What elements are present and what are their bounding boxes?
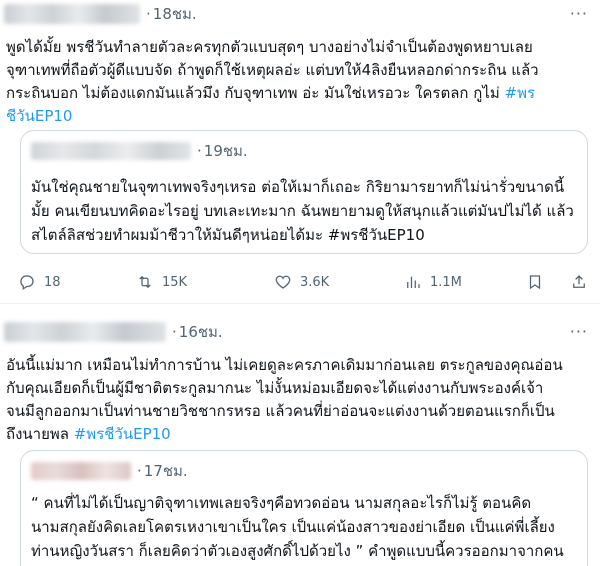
tweet-line: กับคุณเอียดก็เป็นผู้มีชาติตระกูลมากนะ ไม…	[6, 379, 544, 397]
tweet-line: พูดได้มั้ย พรชีวันทำลายตัวละครทุกตัวแบบส…	[6, 38, 533, 56]
tweet-line: จนมีลูกออกมาเป็นท่านชายวิชชากรหรอ แล้วคน…	[6, 402, 555, 420]
reply-count: 18	[44, 274, 61, 290]
bookmark-icon	[529, 275, 541, 290]
tweet: · 16ชม. ··· อันนี้แม่มาก เหมือนไม่ทำการบ…	[0, 312, 600, 566]
tweet-actions: 18 15K 3.6K 1.1M	[18, 270, 588, 294]
hashtag-link[interactable]: #พร	[505, 84, 536, 102]
quoted-tweet-body: “ คนที่ไม่ได้เป็นญาติจุฑาเทพเลยจริงๆคือท…	[31, 491, 579, 563]
tweet: · 18ชม. ··· พูดได้มั้ย พรชีวันทำลายตัวละ…	[0, 0, 600, 304]
tweet-header: · 16ชม.	[4, 320, 223, 344]
quoted-line: สไตล์ลิสช่วยทำผมม้าชีวาให้มันดีๆหน่อยได้…	[31, 226, 425, 244]
blurred-author-name	[31, 462, 131, 480]
bookmark-button[interactable]	[526, 273, 544, 291]
tweet-line-text: ถึงนายพล	[6, 425, 74, 443]
quoted-tweet-header: · 19ชม.	[31, 141, 248, 161]
like-button[interactable]: 3.6K	[274, 273, 329, 291]
blurred-author-name[interactable]	[4, 322, 166, 342]
repost-icon	[139, 275, 151, 289]
header-separator: ·	[172, 323, 177, 341]
repost-count: 15K	[162, 274, 188, 290]
views-count: 1.1M	[430, 274, 462, 290]
tweet-header: · 18ชม.	[4, 2, 197, 26]
share-icon	[573, 275, 585, 288]
quoted-line: นามสกุลยังคิดเลยโคตรเหงาเขาเป็นใคร เป็นแ…	[31, 518, 555, 536]
more-options-icon[interactable]: ···	[570, 322, 588, 341]
header-separator: ·	[137, 462, 142, 480]
quoted-line: “ คนที่ไม่ได้เป็นญาติจุฑาเทพเลยจริงๆคือท…	[31, 494, 532, 512]
repost-button[interactable]: 15K	[136, 273, 187, 291]
reply-button[interactable]: 18	[18, 273, 61, 291]
hashtag-link[interactable]: #พรชีวันEP10	[74, 425, 171, 443]
tweet-line: กระถินบอก ไม่ต้องแดกมันแล้วมึง กับจุฑาเท…	[6, 82, 592, 105]
header-separator: ·	[197, 142, 202, 160]
blurred-author-name[interactable]	[4, 4, 140, 24]
quoted-tweet-header: · 17ชม.	[31, 461, 188, 481]
tweet-line: ถึงนายพล #พรชีวันEP10	[6, 423, 592, 446]
quoted-line: มั้ย คนเขียนบทคิดอะไรอยู่ บทเละเทะมาก ฉั…	[31, 202, 574, 220]
tweet-body: พูดได้มั้ย พรชีวันทำลายตัวละครทุกตัวแบบส…	[6, 36, 592, 128]
like-icon	[275, 275, 291, 289]
header-separator: ·	[146, 5, 151, 23]
blurred-author-name	[31, 142, 191, 160]
quoted-tweet[interactable]: · 19ชม. มันใช่คุณชายในจุฑาเทพจริงๆเหรอ ต…	[20, 130, 588, 254]
quoted-tweet[interactable]: · 17ชม. “ คนที่ไม่ได้เป็นญาติจุฑาเทพเลยจ…	[20, 450, 588, 566]
tweet-line-text: กระถินบอก ไม่ต้องแดกมันแล้วมึง กับจุฑาเท…	[6, 84, 505, 102]
tweet-timestamp[interactable]: 18ชม.	[153, 2, 197, 26]
reply-icon	[20, 275, 34, 290]
views-button[interactable]: 1.1M	[404, 273, 462, 291]
quoted-tweet-timestamp: 17ชม.	[143, 462, 188, 480]
tweet-body: อันนี้แม่มาก เหมือนไม่ทำการบ้าน ไม่เคยดู…	[6, 354, 592, 446]
tweet-timestamp[interactable]: 16ชม.	[179, 320, 223, 344]
tweet-line: จุฑาเทพที่ถือตัวผู้ดีแบบจัด ถ้าพูดก็ใช้เ…	[6, 61, 539, 79]
quoted-tweet-timestamp: 19ชม.	[203, 142, 248, 160]
like-count: 3.6K	[300, 274, 330, 290]
quoted-line: มันใช่คุณชายในจุฑาเทพจริงๆเหรอ ต่อให้เมา…	[31, 178, 565, 196]
tweet-line: อันนี้แม่มาก เหมือนไม่ทำการบ้าน ไม่เคยดู…	[6, 356, 563, 374]
quoted-tweet-body: มันใช่คุณชายในจุฑาเทพจริงๆเหรอ ต่อให้เมา…	[31, 175, 579, 247]
views-icon	[407, 276, 420, 288]
hashtag-link[interactable]: ชีวันEP10	[6, 105, 592, 128]
share-button[interactable]	[570, 273, 588, 291]
quoted-line: ท่านหญิงวันสรา ก็เลยคิดว่าตัวเองสูงศักดิ…	[31, 542, 564, 560]
more-options-icon[interactable]: ···	[570, 4, 588, 23]
